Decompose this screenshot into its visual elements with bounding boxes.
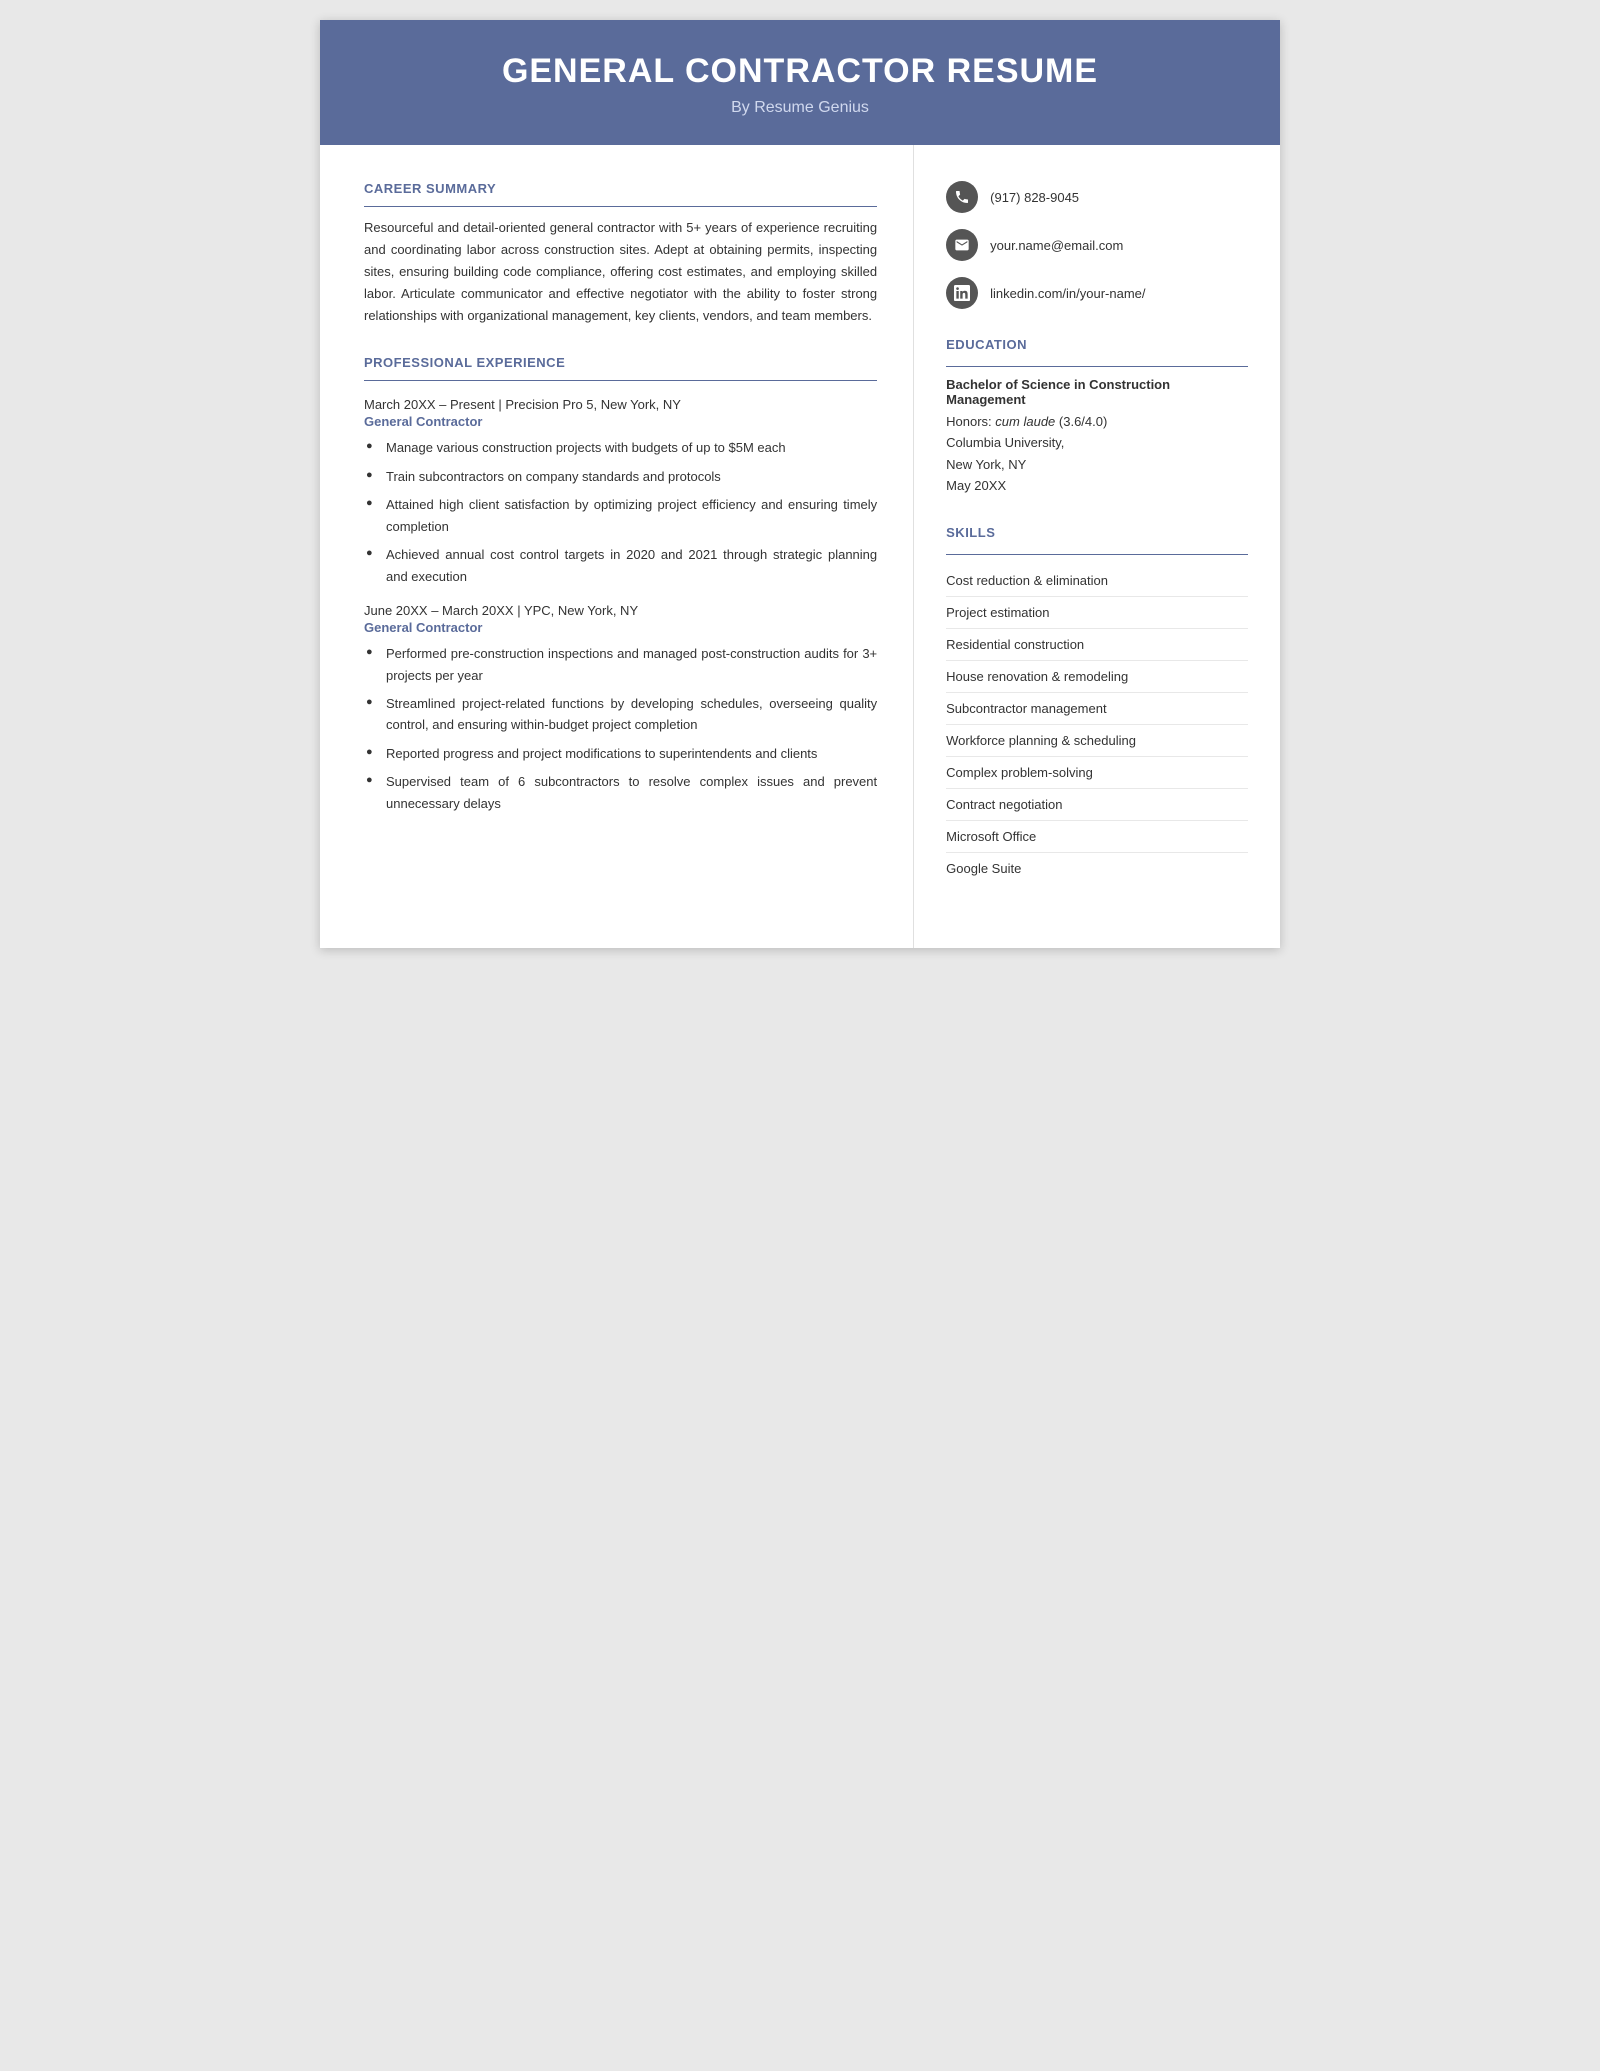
right-column: (917) 828-9045 your.name@email.com bbox=[914, 145, 1280, 948]
skill-item: Microsoft Office bbox=[946, 821, 1248, 853]
career-summary-divider bbox=[364, 206, 877, 207]
list-item: Performed pre-construction inspections a… bbox=[364, 643, 877, 686]
graduation-date: May 20XX bbox=[946, 478, 1006, 493]
resume-body: CAREER SUMMARY Resourceful and detail-or… bbox=[320, 145, 1280, 948]
skill-item: Project estimation bbox=[946, 597, 1248, 629]
email-icon bbox=[946, 229, 978, 261]
resume-main-title: GENERAL CONTRACTOR RESUME bbox=[360, 52, 1240, 91]
skills-list: Cost reduction & eliminationProject esti… bbox=[946, 565, 1248, 884]
list-item: Supervised team of 6 subcontractors to r… bbox=[364, 771, 877, 814]
skill-item: Subcontractor management bbox=[946, 693, 1248, 725]
job-2-bullets: Performed pre-construction inspections a… bbox=[364, 643, 877, 814]
list-item: Streamlined project-related functions by… bbox=[364, 693, 877, 736]
phone-text: (917) 828-9045 bbox=[990, 190, 1079, 205]
gpa-text: (3.6/4.0) bbox=[1059, 414, 1107, 429]
skills-title: SKILLS bbox=[946, 525, 1248, 540]
education-section: EDUCATION Bachelor of Science in Constru… bbox=[946, 337, 1248, 497]
left-column: CAREER SUMMARY Resourceful and detail-or… bbox=[320, 145, 914, 948]
skill-item: Workforce planning & scheduling bbox=[946, 725, 1248, 757]
school-name: Columbia University, bbox=[946, 435, 1064, 450]
list-item: Manage various construction projects wit… bbox=[364, 437, 877, 458]
education-title: EDUCATION bbox=[946, 337, 1248, 352]
contact-info-block: (917) 828-9045 your.name@email.com bbox=[946, 181, 1248, 309]
job-1-title: General Contractor bbox=[364, 414, 877, 429]
list-item: Attained high client satisfaction by opt… bbox=[364, 494, 877, 537]
list-item: Train subcontractors on company standard… bbox=[364, 466, 877, 487]
list-item: Reported progress and project modificati… bbox=[364, 743, 877, 764]
linkedin-text: linkedin.com/in/your-name/ bbox=[990, 286, 1145, 301]
email-contact-item: your.name@email.com bbox=[946, 229, 1248, 261]
skill-item: Complex problem-solving bbox=[946, 757, 1248, 789]
career-summary-section: CAREER SUMMARY Resourceful and detail-or… bbox=[364, 181, 877, 327]
skill-item: House renovation & remodeling bbox=[946, 661, 1248, 693]
linkedin-contact-item: linkedin.com/in/your-name/ bbox=[946, 277, 1248, 309]
job-1-date-location: March 20XX – Present | Precision Pro 5, … bbox=[364, 397, 877, 412]
skills-section: SKILLS Cost reduction & eliminationProje… bbox=[946, 525, 1248, 884]
skill-item: Contract negotiation bbox=[946, 789, 1248, 821]
professional-experience-title: PROFESSIONAL EXPERIENCE bbox=[364, 355, 877, 370]
skill-item: Google Suite bbox=[946, 853, 1248, 884]
education-details: Honors: cum laude (3.6/4.0) Columbia Uni… bbox=[946, 411, 1248, 497]
education-degree: Bachelor of Science in Construction Mana… bbox=[946, 377, 1248, 407]
job-1-header: March 20XX – Present | Precision Pro 5, … bbox=[364, 397, 877, 429]
professional-experience-section: PROFESSIONAL EXPERIENCE March 20XX – Pre… bbox=[364, 355, 877, 814]
professional-experience-divider bbox=[364, 380, 877, 381]
skill-item: Residential construction bbox=[946, 629, 1248, 661]
email-text: your.name@email.com bbox=[990, 238, 1123, 253]
resume-subtitle: By Resume Genius bbox=[360, 99, 1240, 117]
career-summary-title: CAREER SUMMARY bbox=[364, 181, 877, 196]
education-divider bbox=[946, 366, 1248, 367]
honors-label: Honors: bbox=[946, 414, 992, 429]
job-2-title: General Contractor bbox=[364, 620, 877, 635]
job-2-header: June 20XX – March 20XX | YPC, New York, … bbox=[364, 603, 877, 635]
list-item: Achieved annual cost control targets in … bbox=[364, 544, 877, 587]
header-banner: GENERAL CONTRACTOR RESUME By Resume Geni… bbox=[320, 20, 1280, 145]
job-1-bullets: Manage various construction projects wit… bbox=[364, 437, 877, 587]
phone-icon bbox=[946, 181, 978, 213]
skills-divider bbox=[946, 554, 1248, 555]
job-2-date-location: June 20XX – March 20XX | YPC, New York, … bbox=[364, 603, 877, 618]
career-summary-text: Resourceful and detail-oriented general … bbox=[364, 217, 877, 327]
school-location: New York, NY bbox=[946, 457, 1026, 472]
linkedin-icon bbox=[946, 277, 978, 309]
resume-container: GENERAL CONTRACTOR RESUME By Resume Geni… bbox=[320, 20, 1280, 948]
phone-contact-item: (917) 828-9045 bbox=[946, 181, 1248, 213]
honors-text: cum laude bbox=[995, 414, 1055, 429]
skill-item: Cost reduction & elimination bbox=[946, 565, 1248, 597]
